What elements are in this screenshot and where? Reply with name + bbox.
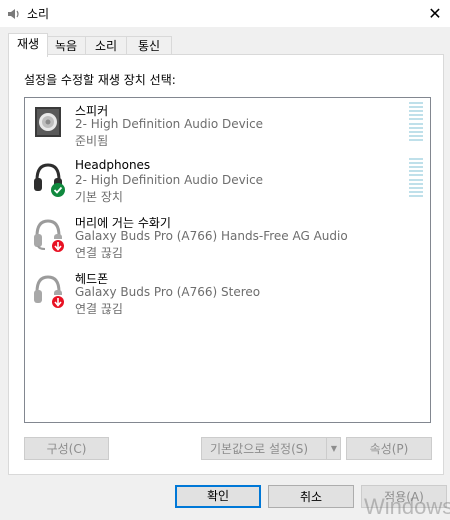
device-description: Galaxy Buds Pro (A766) Stereo	[75, 285, 261, 299]
speaker-icon	[8, 9, 19, 19]
ok-button[interactable]: 확인	[175, 485, 261, 508]
tab-playback[interactable]: 재생	[8, 33, 48, 57]
tab-sounds[interactable]: 소리	[85, 36, 127, 56]
device-status: 연결 끊김	[75, 302, 123, 316]
device-name: Headphones	[75, 158, 151, 172]
disconnected-arrow-icon	[51, 239, 65, 253]
playback-panel: 설정을 수정할 재생 장치 선택: 스피커 2- High Definition…	[8, 54, 444, 475]
chevron-down-icon[interactable]: ▼	[326, 438, 341, 459]
windows-watermark: Windows	[364, 494, 450, 519]
cancel-button[interactable]: 취소	[268, 485, 354, 508]
tab-communications[interactable]: 통신	[126, 36, 172, 56]
volume-meter	[409, 102, 423, 141]
device-description: 2- High Definition Audio Device	[75, 117, 264, 131]
close-button[interactable]: ✕	[420, 0, 450, 27]
list-item[interactable]: 헤드폰 Galaxy Buds Pro (A766) Stereo 연결 끊김	[25, 266, 430, 322]
set-default-label: 기본값으로 설정(S)	[210, 442, 309, 456]
device-description: Galaxy Buds Pro (A766) Hands-Free AG Aud…	[75, 229, 348, 243]
device-list[interactable]: 스피커 2- High Definition Audio Device 준비됨 …	[24, 97, 431, 423]
device-description: 2- High Definition Audio Device	[75, 173, 264, 187]
list-item[interactable]: Headphones 2- High Definition Audio Devi…	[25, 154, 430, 210]
set-default-button[interactable]: 기본값으로 설정(S) ▼	[201, 437, 341, 460]
properties-button[interactable]: 속성(P)	[346, 437, 432, 460]
speaker-icon	[35, 107, 61, 137]
title-bar: 소리 ✕	[0, 0, 450, 27]
configure-button[interactable]: 구성(C)	[24, 437, 109, 460]
device-status: 기본 장치	[75, 190, 123, 204]
device-status: 연결 끊김	[75, 246, 123, 260]
volume-meter	[409, 158, 423, 197]
list-item[interactable]: 스피커 2- High Definition Audio Device 준비됨	[25, 98, 430, 154]
device-status: 준비됨	[75, 134, 109, 148]
tab-recording[interactable]: 녹음	[46, 36, 86, 56]
instruction-label: 설정을 수정할 재생 장치 선택:	[24, 73, 176, 87]
window-title: 소리	[27, 7, 50, 21]
default-check-icon	[51, 183, 65, 197]
list-item[interactable]: 머리에 거는 수화기 Galaxy Buds Pro (A766) Hands-…	[25, 210, 430, 266]
disconnected-arrow-icon	[51, 295, 65, 309]
